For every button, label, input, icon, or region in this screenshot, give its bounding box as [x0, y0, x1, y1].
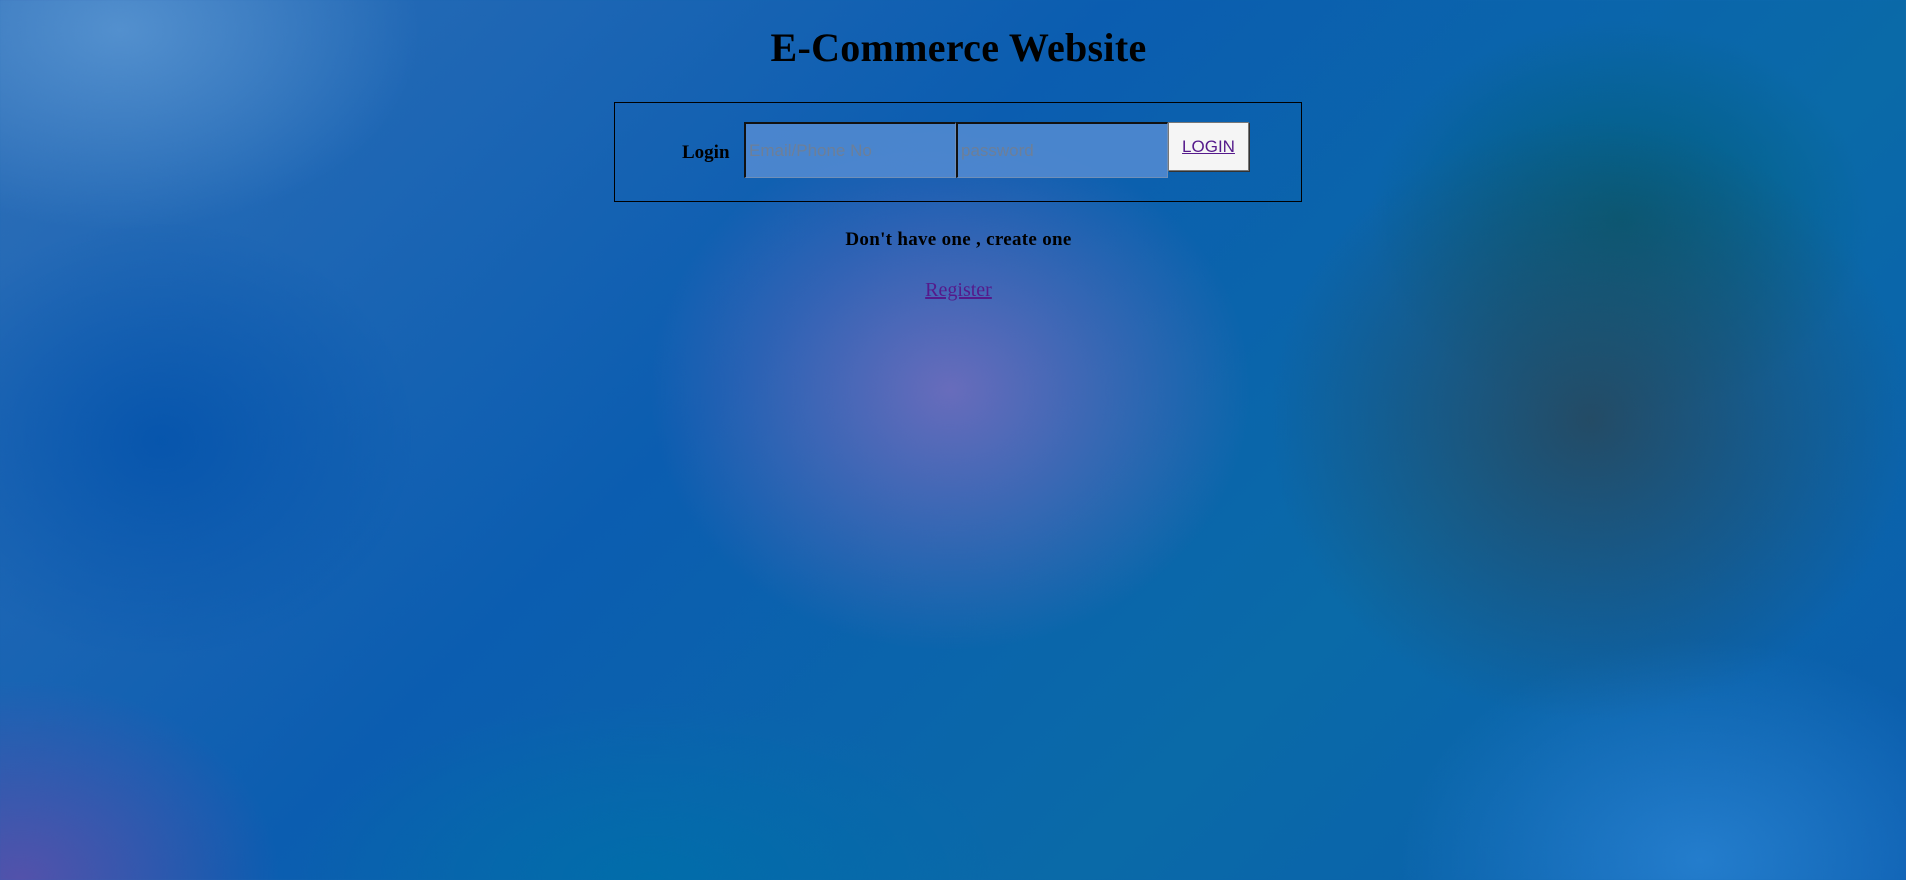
login-button[interactable]: LOGIN — [1168, 122, 1249, 171]
password-input[interactable] — [956, 122, 1168, 178]
signup-prompt: Don't have one , create one — [845, 229, 1072, 250]
login-label: Login — [682, 142, 730, 163]
page-title: E-Commerce Website — [770, 25, 1147, 70]
register-link[interactable]: Register — [925, 279, 992, 301]
login-form: Login LOGIN — [614, 102, 1302, 202]
email-phone-input[interactable] — [744, 122, 956, 178]
register-link-container: Register — [0, 279, 1906, 302]
